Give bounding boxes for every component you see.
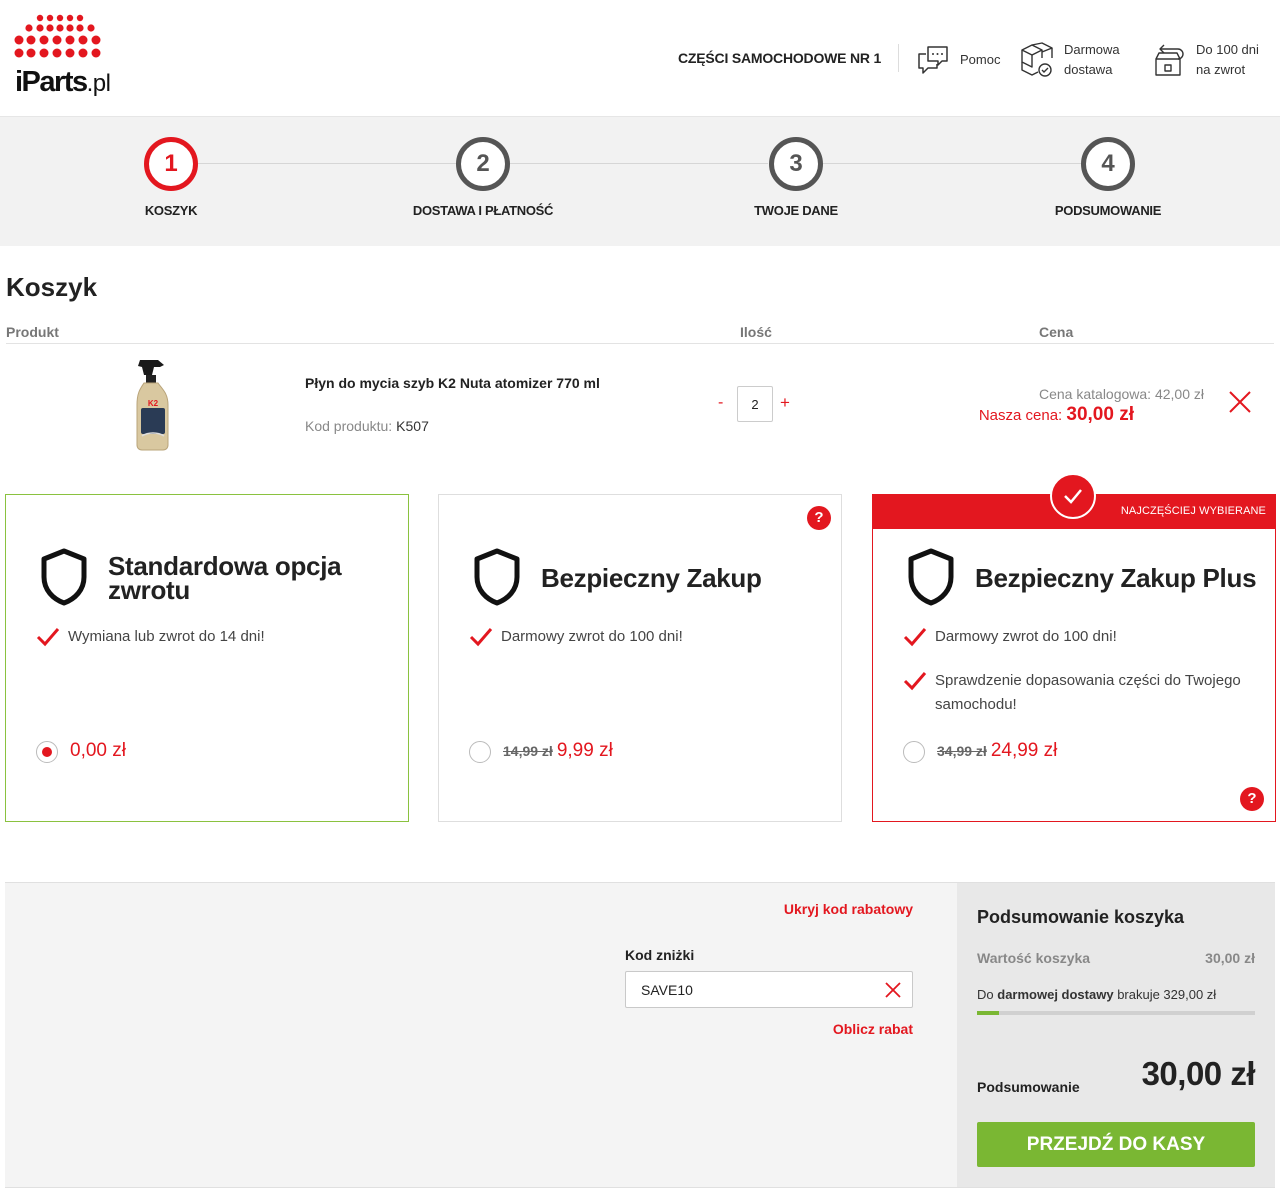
- column-header-price: Cena: [1039, 324, 1074, 340]
- logo[interactable]: iParts.pl: [14, 14, 111, 102]
- step-number: 4: [1081, 137, 1135, 191]
- page-title: Koszyk: [6, 272, 98, 302]
- step-label: KOSZYK: [144, 203, 198, 218]
- step-delivery-payment[interactable]: 2 DOSTAWA I PŁATNOŚĆ: [383, 137, 583, 218]
- checkout-steps: 1 KOSZYK 2 DOSTAWA I PŁATNOŚĆ 3 TWOJE DA…: [0, 116, 1280, 246]
- discount-code-label: Kod zniżki: [625, 947, 695, 963]
- clear-icon[interactable]: [884, 981, 902, 999]
- progress-fill: [977, 1011, 1000, 1015]
- quantity-decrease-button[interactable]: -: [718, 394, 723, 412]
- total-value: 30,00 zł: [1141, 1055, 1256, 1092]
- table-divider: [6, 343, 1274, 344]
- option-radio[interactable]: [36, 741, 58, 763]
- catalog-price: Cena katalogowa: 42,00 zł: [1039, 386, 1204, 402]
- free-delivery-remaining: Do darmowej dostawy brakuje 329,00 zł: [977, 987, 1217, 1002]
- hide-discount-code-link[interactable]: Ukryj kod rabatowy: [784, 901, 913, 917]
- quantity-increase-button[interactable]: +: [780, 393, 790, 413]
- product-name[interactable]: Płyn do mycia szyb K2 Nuta atomizer 770 …: [305, 372, 605, 394]
- step-cart[interactable]: 1 KOSZYK: [71, 137, 271, 218]
- step-summary[interactable]: 4 PODSUMOWANIE: [1008, 137, 1208, 218]
- option-price: 34,99 zł 24,99 zł: [937, 740, 1058, 761]
- cart-value-label: Wartość koszyka: [977, 950, 1091, 966]
- checkmark-icon: [36, 628, 60, 647]
- check-badge-icon: [1050, 473, 1096, 519]
- step-number: 2: [456, 137, 510, 191]
- returns-info[interactable]: Do 100 dni na zwrot: [1150, 38, 1259, 82]
- return-option-standard[interactable]: Standardowa opcja zwrotu Wymiana lub zwr…: [5, 494, 409, 822]
- option-feature: Sprawdzenie dopasowania części do Twojeg…: [903, 669, 1248, 717]
- discount-code-field[interactable]: [625, 971, 913, 1008]
- discount-code-input[interactable]: [626, 972, 876, 1007]
- svg-text:K2: K2: [148, 399, 159, 408]
- our-price: Nasza cena: 30,00 zł: [978, 404, 1134, 425]
- quantity-input[interactable]: [737, 386, 773, 422]
- free-delivery-info[interactable]: Darmowa dostawa: [1018, 38, 1120, 82]
- returns-label: Do 100 dni na zwrot: [1196, 42, 1259, 77]
- option-price: 0,00 zł: [70, 740, 126, 761]
- total-label: Podsumowanie: [977, 1079, 1080, 1095]
- return-option-safe-purchase-plus[interactable]: NAJCZĘŚCIEJ WYBIERANE Bezpieczny Zakup P…: [872, 473, 1276, 822]
- step-your-data[interactable]: 3 TWOJE DANE: [696, 137, 896, 218]
- help-label: Pomoc: [960, 52, 1001, 67]
- column-header-quantity: Ilość: [740, 324, 772, 340]
- boxes-icon: [1021, 42, 1053, 77]
- free-delivery-label: Darmowa dostawa: [1064, 42, 1120, 77]
- checkout-button[interactable]: PRZEJDŹ DO KASY: [977, 1122, 1255, 1167]
- product-image[interactable]: K2: [130, 356, 176, 452]
- option-feature: Darmowy zwrot do 100 dni!: [903, 625, 1253, 649]
- column-header-product: Produkt: [6, 324, 59, 340]
- most-chosen-label: NAJCZĘŚCIEJ WYBIERANE: [1120, 505, 1266, 517]
- logo-dots-icon: [14, 14, 101, 58]
- checkmark-icon: [903, 672, 927, 691]
- cart-footer: Ukryj kod rabatowy Kod zniżki Oblicz rab…: [5, 882, 1275, 1188]
- step-label: DOSTAWA I PŁATNOŚĆ: [412, 203, 554, 218]
- option-feature: Wymiana lub zwrot do 14 dni!: [36, 625, 386, 649]
- chat-bubbles-icon: [918, 46, 948, 74]
- logo-wordmark: iParts.pl: [15, 66, 111, 98]
- step-label: PODSUMOWANIE: [1054, 203, 1162, 218]
- free-delivery-progress: [977, 1011, 1255, 1015]
- header-tagline: CZĘŚCI SAMOCHODOWE NR 1: [678, 50, 882, 66]
- header-divider: [898, 44, 899, 72]
- return-option-safe-purchase[interactable]: ? Bezpieczny Zakup Darmowy zwrot do 100 …: [438, 494, 842, 822]
- remove-item-icon[interactable]: [1228, 390, 1252, 414]
- help-icon[interactable]: ?: [1240, 787, 1264, 811]
- option-title: Bezpieczny Zakup Plus: [975, 563, 1257, 593]
- option-title: Standardowa opcja zwrotu: [108, 551, 342, 605]
- option-title: Bezpieczny Zakup: [541, 563, 762, 593]
- checkmark-icon: [469, 628, 493, 647]
- help-icon[interactable]: ?: [807, 506, 831, 530]
- summary-title: Podsumowanie koszyka: [977, 907, 1185, 927]
- option-radio[interactable]: [903, 741, 925, 763]
- cart-summary: Podsumowanie koszyka Wartość koszyka 30,…: [957, 883, 1275, 1187]
- return-box-icon: [1155, 44, 1184, 76]
- step-number: 3: [769, 137, 823, 191]
- step-number: 1: [144, 137, 198, 191]
- site-header: iParts.pl CZĘŚCI SAMOCHODOWE NR 1 Pomoc …: [0, 0, 1280, 116]
- product-code: Kod produktu: K507: [305, 418, 429, 434]
- cart-value: 30,00 zł: [1205, 950, 1255, 966]
- option-price: 14,99 zł 9,99 zł: [503, 740, 613, 761]
- checkmark-icon: [903, 628, 927, 647]
- shield-icon: [41, 548, 87, 606]
- calculate-discount-link[interactable]: Oblicz rabat: [833, 1021, 913, 1037]
- shield-icon: [908, 548, 954, 606]
- help-link[interactable]: Pomoc: [916, 38, 1000, 82]
- shield-icon: [474, 548, 520, 606]
- option-feature: Darmowy zwrot do 100 dni!: [469, 625, 819, 649]
- option-radio[interactable]: [469, 741, 491, 763]
- step-label: TWOJE DANE: [754, 203, 838, 218]
